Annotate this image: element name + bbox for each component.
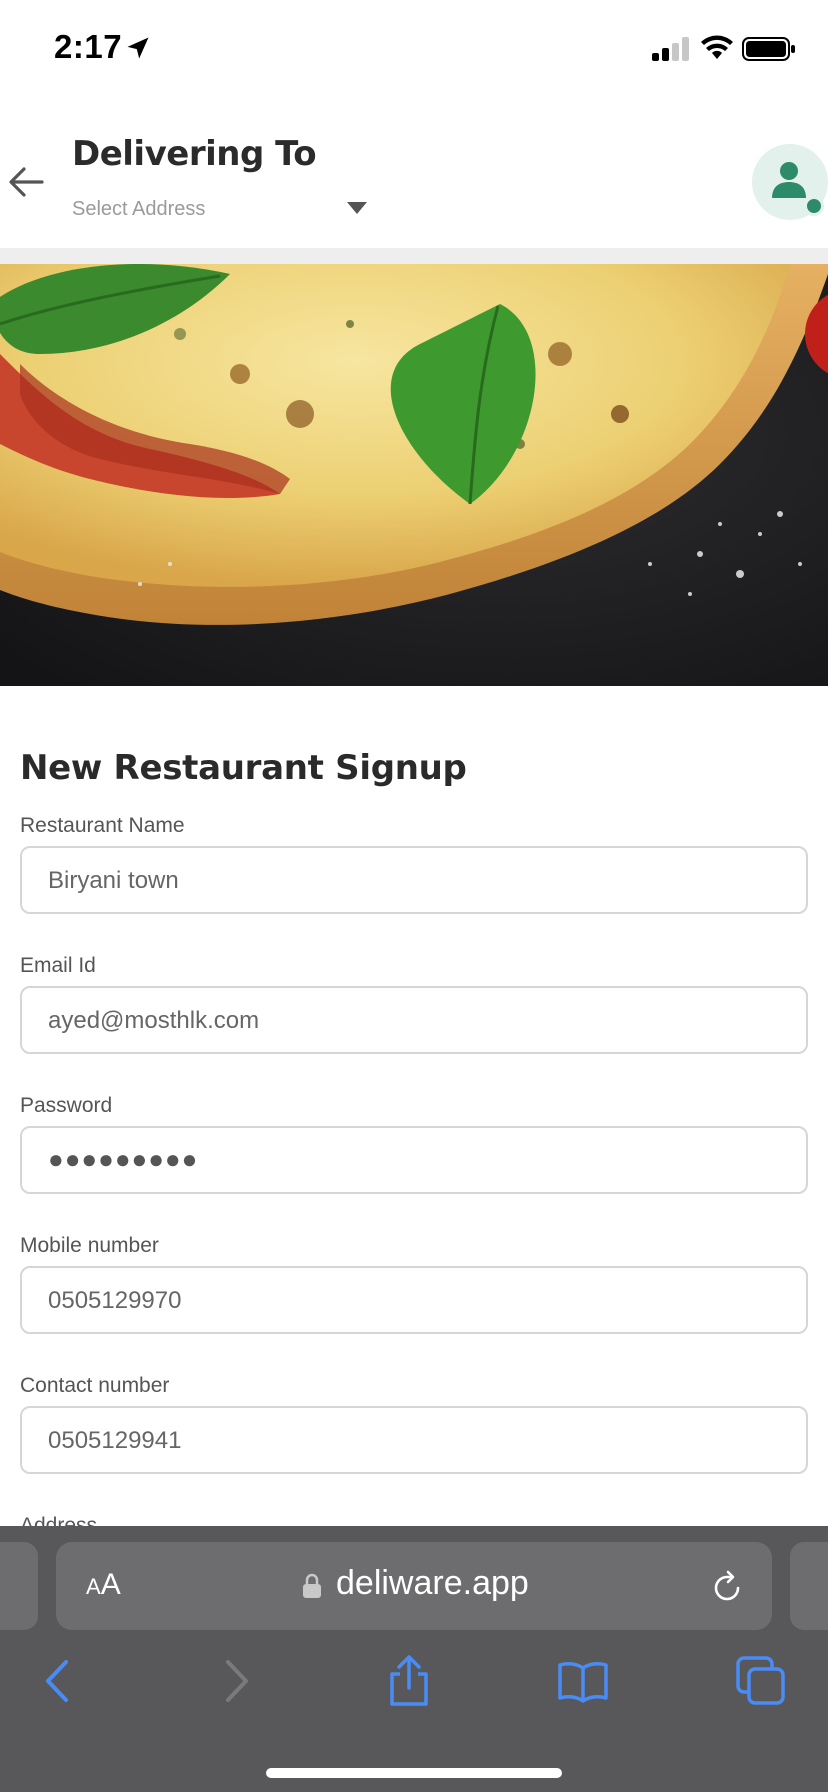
user-icon [772,162,806,198]
email-label: Email Id [20,954,96,977]
text-size-button[interactable]: AA [86,1568,121,1602]
address-label: Address [20,1514,98,1526]
back-chevron-icon[interactable] [32,1654,86,1708]
password-input[interactable]: ●●●●●●●●● [20,1126,808,1194]
cellular-signal-icon [652,37,689,61]
battery-icon [742,37,795,61]
previous-tab-preview[interactable] [0,1542,38,1630]
restaurant-name-input[interactable]: Biryani town [20,846,808,914]
mobile-number-value: 0505129970 [48,1287,182,1314]
restaurant-name-label: Restaurant Name [20,814,185,837]
email-input[interactable]: ayed@mosthlk.com [20,986,808,1054]
next-tab-preview[interactable] [790,1542,828,1630]
tabs-icon[interactable] [734,1654,788,1708]
mobile-number-label: Mobile number [20,1234,159,1257]
mobile-number-input[interactable]: 0505129970 [20,1266,808,1334]
password-label: Password [20,1094,113,1117]
caret-down-icon[interactable] [346,201,368,215]
app-header: Delivering To Select Address [0,100,828,248]
forward-chevron-icon[interactable] [208,1654,262,1708]
select-address-dropdown[interactable]: Select Address [72,198,205,221]
url-text[interactable]: deliware.app [336,1564,529,1603]
share-icon[interactable] [382,1654,436,1708]
back-arrow-icon[interactable] [6,162,46,202]
contact-number-label: Contact number [20,1374,170,1397]
contact-number-input[interactable]: 0505129941 [20,1406,808,1474]
pizza-illustration [0,264,828,686]
wifi-icon [701,35,733,59]
contact-number-value: 0505129941 [48,1427,182,1454]
user-avatar-button[interactable] [752,144,828,220]
reload-icon[interactable] [710,1568,744,1604]
address-bar[interactable]: AA deliware.app [56,1542,772,1630]
delivering-to-title: Delivering To [72,134,317,174]
restaurant-name-value: Biryani town [48,867,179,894]
bookmarks-icon[interactable] [556,1654,610,1708]
header-divider [0,248,828,264]
status-time: 2:17 [54,28,123,65]
hero-pizza-image [0,264,828,686]
online-status-dot [804,196,824,216]
home-indicator[interactable] [266,1768,562,1778]
email-value: ayed@mosthlk.com [48,1007,260,1034]
lock-icon [303,1573,321,1598]
status-bar: 2:17 [0,0,828,100]
location-arrow-icon [127,37,149,59]
browser-toolbar: AA deliware.app [0,1526,828,1792]
signup-form-title: New Restaurant Signup [20,748,467,788]
password-value: ●●●●●●●●● [48,1144,199,1174]
